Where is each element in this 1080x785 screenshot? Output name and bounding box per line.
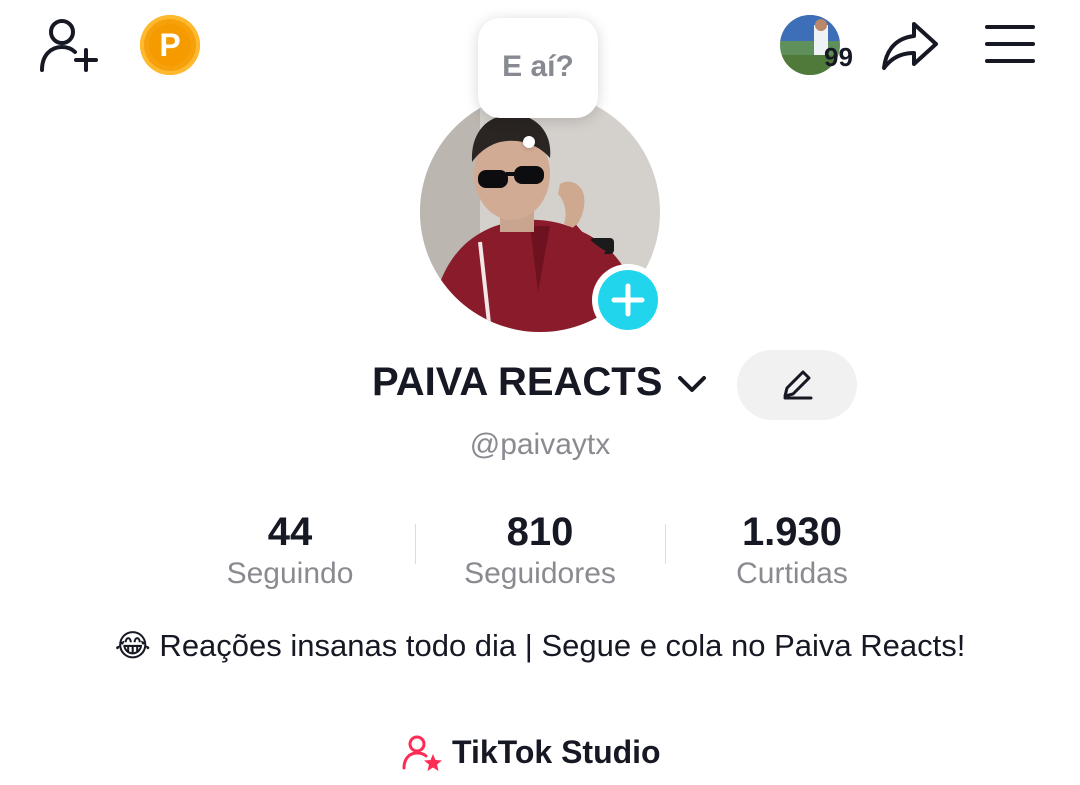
stat-divider [415,524,416,564]
stat-divider [665,524,666,564]
edit-profile-button[interactable] [737,350,857,420]
note-bubble-text: E aí? [502,50,574,83]
stat-label: Seguindo [226,557,354,590]
creator-studio-icon[interactable] [402,734,442,772]
tiktok-studio-link[interactable]: TikTok Studio [452,734,661,771]
menu-icon[interactable] [984,22,1036,66]
profile-bio: 😂 Reações insanas todo dia | Segue e col… [114,628,966,663]
stat-value: 810 [506,510,574,554]
display-name[interactable]: PAIVA REACTS [372,360,662,405]
stat-value: 1.930 [741,510,843,554]
add-friend-icon[interactable] [38,16,102,74]
username: @paivaytx [469,428,611,461]
chevron-down-icon[interactable] [676,372,708,396]
add-story-button[interactable] [592,264,664,336]
stat-likes[interactable]: 1.930 Curtidas [672,510,912,591]
coins-icon[interactable]: P [140,15,200,75]
notification-count: 99 [824,42,853,72]
pencil-icon [783,370,813,400]
stat-followers[interactable]: 810 Seguidores [420,510,660,591]
note-bubble-tail [523,136,535,148]
stat-value: 44 [267,510,313,554]
stat-label: Curtidas [736,557,848,590]
coin-letter: P [149,24,191,66]
stat-following[interactable]: 44 Seguindo [170,510,410,591]
stat-label: Seguidores [464,557,616,590]
share-icon[interactable] [880,20,940,72]
plus-icon [611,283,645,317]
